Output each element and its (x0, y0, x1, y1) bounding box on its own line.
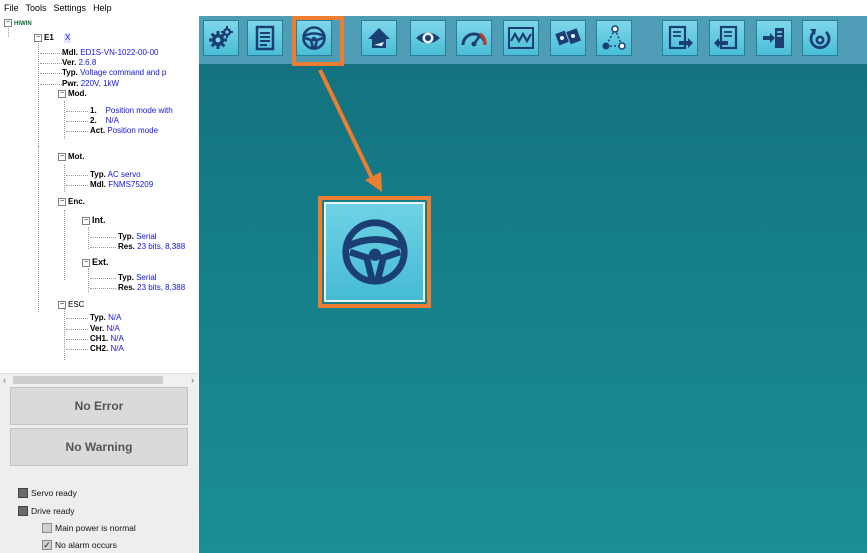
arrow-icon (318, 69, 382, 192)
steering-wheel-icon (341, 219, 408, 285)
jog-control-callout (324, 202, 425, 302)
